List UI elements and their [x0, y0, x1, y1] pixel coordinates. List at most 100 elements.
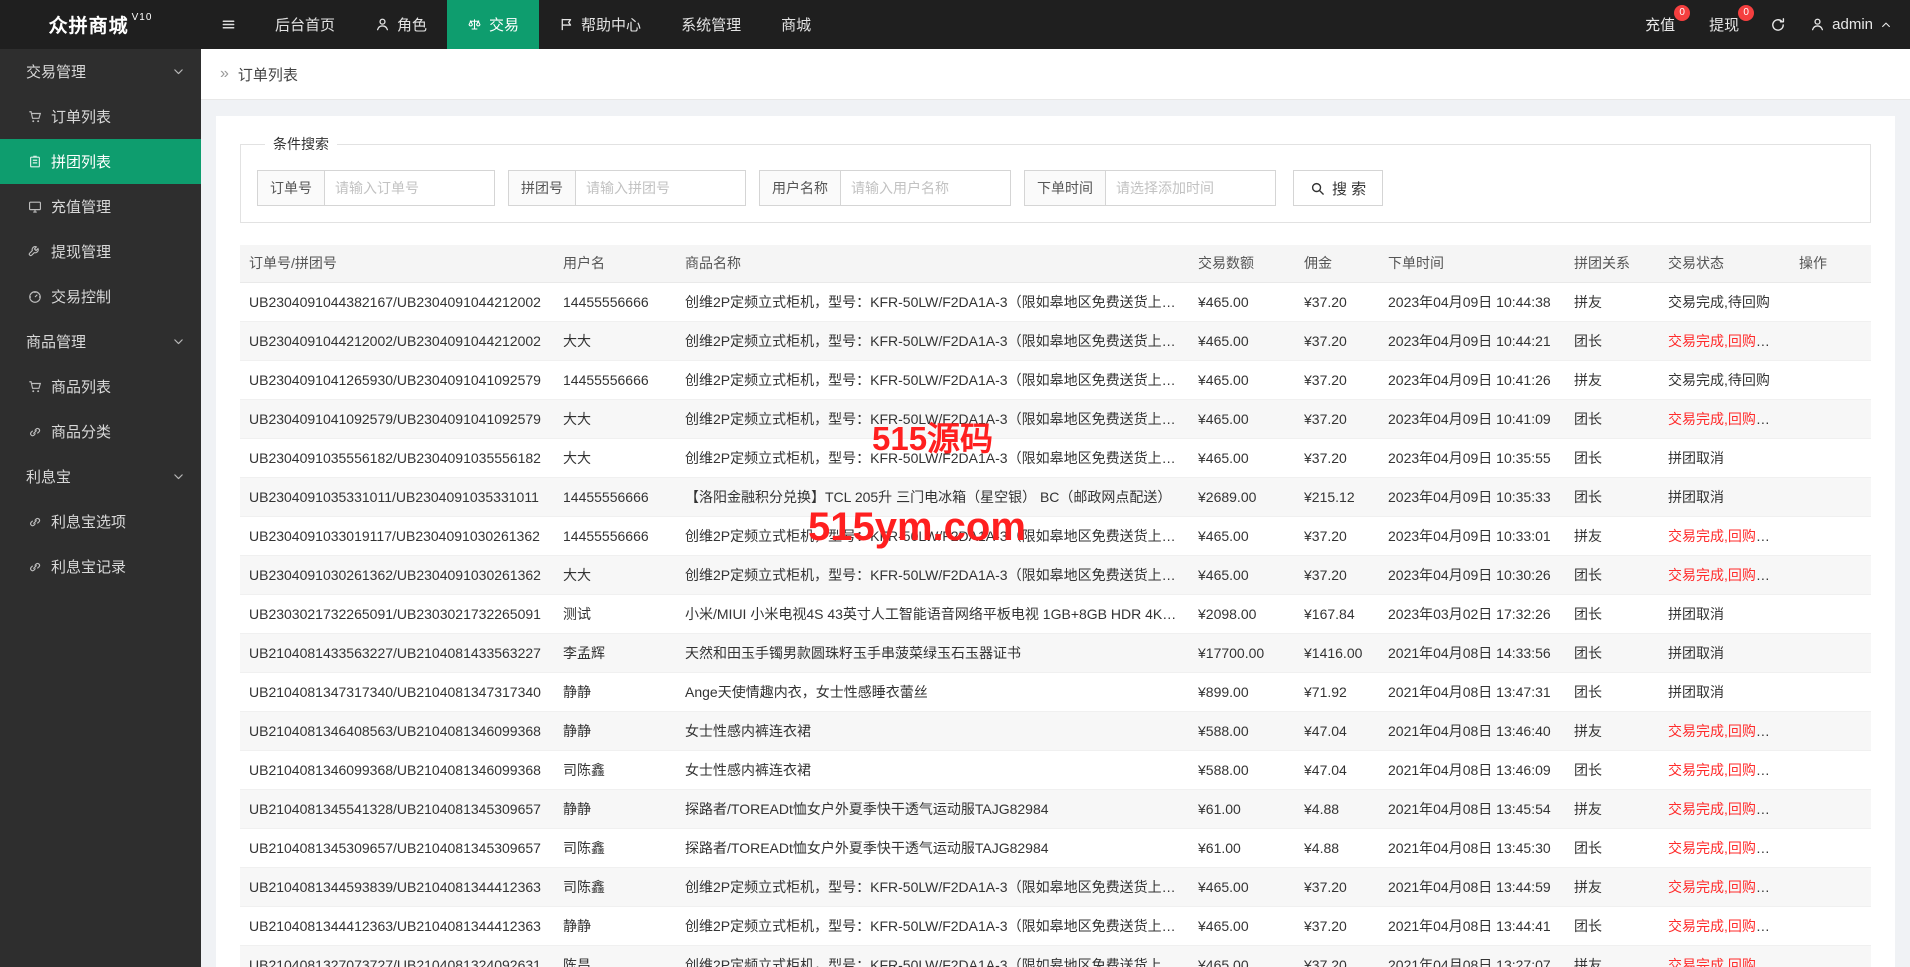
- sidebar-item-label: 交易控制: [51, 289, 112, 306]
- table-row: UB2304091035556182/UB2304091035556182 大大创…: [240, 438, 1871, 478]
- sidebar-item-label: 充值管理: [51, 199, 112, 216]
- cell-action: [1790, 945, 1871, 967]
- sidebar-item-lixibao-record[interactable]: 利息宝记录: [0, 544, 201, 589]
- sidebar-item-label: 提现管理: [51, 244, 112, 261]
- cell-action: [1790, 282, 1871, 322]
- field-input-order-no[interactable]: [325, 170, 495, 206]
- monitor-icon: [28, 200, 42, 214]
- cell-product-name: 创维2P定频立式柜机，型号：KFR-50LW/F2DA1A-3（限如皋地区免费送…: [676, 945, 1189, 967]
- cell-relation: 团长: [1565, 750, 1659, 790]
- sidebar-item-lixibao[interactable]: 利息宝: [0, 454, 201, 499]
- search-field-pintuan-no: 拼团号: [508, 170, 746, 206]
- cell-username: 14455556666: [554, 282, 676, 322]
- cell-status: 拼团取消: [1659, 477, 1790, 517]
- chevron-up-icon: [1880, 19, 1892, 31]
- content-card: 条件搜索 订单号拼团号用户名称下单时间 搜 索 订单号/拼团号用户名商品名称交易…: [216, 116, 1895, 967]
- cell-order-time: 2023年04月09日 10:44:38: [1379, 282, 1565, 322]
- column-header: 用户名: [554, 245, 676, 283]
- sidebar-item-withdraw-management[interactable]: 提现管理: [0, 229, 201, 274]
- cell-status: 拼团取消: [1659, 633, 1790, 673]
- search-field-order-time: 下单时间: [1024, 170, 1276, 206]
- cell-product-name: 天然和田玉手镯男款圆珠籽玉手串菠菜绿玉石玉器证书: [676, 633, 1189, 673]
- search-row: 订单号 拼团号 用户名称 下单时间 搜 索: [257, 170, 1854, 206]
- sidebar-item-goods-category[interactable]: 商品分类: [0, 409, 201, 454]
- link-icon: [28, 515, 42, 529]
- sidebar-item-pintuan-list[interactable]: 拼团列表: [0, 139, 201, 184]
- cell-product-name: 女士性感内裤连衣裙: [676, 750, 1189, 790]
- cell-order-time: 2023年04月09日 10:35:33: [1379, 477, 1565, 517]
- nav-item-label: 交易: [489, 17, 520, 34]
- table-row: UB2304091030261362/UB2304091030261362 大大创…: [240, 555, 1871, 595]
- recharge-button[interactable]: 充值 0: [1628, 0, 1692, 49]
- cell-status: 拼团取消: [1659, 672, 1790, 712]
- sidebar-item-goods-management[interactable]: 商品管理: [0, 319, 201, 364]
- cell-action: [1790, 906, 1871, 946]
- cell-status: 交易完成,回购成功: [1659, 399, 1790, 439]
- sidebar-item-recharge-management[interactable]: 充值管理: [0, 184, 201, 229]
- cell-relation: 团长: [1565, 321, 1659, 361]
- table-row: UB2304091035331011/UB2304091035331011 144…: [240, 477, 1871, 517]
- cell-username: 14455556666: [554, 360, 676, 400]
- breadcrumb: » 订单列表: [201, 49, 1910, 100]
- cell-amount: ¥465.00: [1189, 360, 1295, 400]
- sidebar-item-label: 商品分类: [51, 424, 112, 441]
- cell-product-name: 创维2P定频立式柜机，型号：KFR-50LW/F2DA1A-3（限如皋地区免费送…: [676, 516, 1189, 556]
- status-text: 交易完成,待回购: [1668, 371, 1770, 388]
- nav-item-role[interactable]: 角色: [355, 0, 447, 49]
- cell-commission: ¥4.88: [1295, 828, 1379, 868]
- nav-item-mall[interactable]: 商城: [761, 0, 831, 49]
- cell-relation: 团长: [1565, 477, 1659, 517]
- cell-product-name: Ange天使情趣内衣，女士性感睡衣蕾丝: [676, 672, 1189, 712]
- field-input-username[interactable]: [841, 170, 1011, 206]
- table-row: UB2104081345541328/UB2104081345309657 静静探…: [240, 789, 1871, 829]
- field-label: 拼团号: [508, 170, 576, 206]
- refresh-icon: [1770, 17, 1786, 33]
- cell-product-name: 创维2P定频立式柜机，型号：KFR-50LW/F2DA1A-3（限如皋地区免费送…: [676, 438, 1189, 478]
- cell-commission: ¥4.88: [1295, 789, 1379, 829]
- nav-item-help-center[interactable]: 帮助中心: [539, 0, 661, 49]
- sidebar-item-trade-control[interactable]: 交易控制: [0, 274, 201, 319]
- main-content: » 订单列表 条件搜索 订单号拼团号用户名称下单时间 搜 索 订单号/拼团号用户…: [201, 49, 1910, 967]
- withdraw-button[interactable]: 提现 0: [1692, 0, 1756, 49]
- cell-commission: ¥37.20: [1295, 282, 1379, 322]
- nav-item-home[interactable]: 后台首页: [255, 0, 355, 49]
- field-label: 订单号: [257, 170, 325, 206]
- cell-order-no: UB2304091041092579/UB2304091041092579: [240, 399, 554, 439]
- user-menu[interactable]: admin: [1800, 0, 1910, 49]
- cell-order-time: 2021年04月08日 13:44:41: [1379, 906, 1565, 946]
- sidebar-item-trade-management[interactable]: 交易管理: [0, 49, 201, 94]
- status-text: 拼团取消: [1668, 605, 1724, 622]
- chevron-down-icon: [172, 470, 185, 483]
- chevron-down-icon: [172, 335, 185, 348]
- field-input-pintuan-no[interactable]: [576, 170, 746, 206]
- orders-table: 订单号/拼团号 用户名 商品名称 交易数额 佣金 下单时间 拼团关系 交易状态 操作 UB230…: [240, 245, 1871, 967]
- cell-action: [1790, 516, 1871, 556]
- nav-item-system[interactable]: 系统管理: [661, 0, 761, 49]
- nav-item-trade[interactable]: 交易: [447, 0, 540, 49]
- cell-action: [1790, 321, 1871, 361]
- field-input-order-time[interactable]: [1106, 170, 1276, 206]
- cell-product-name: 小米/MIUI 小米电视4S 43英寸人工智能语音网络平板电视 1GB+8GB …: [676, 594, 1189, 634]
- cell-username: 司陈鑫: [554, 750, 676, 790]
- cell-status: 交易完成,回购成功: [1659, 906, 1790, 946]
- cell-status: 交易完成,回购成功: [1659, 750, 1790, 790]
- field-label: 用户名称: [759, 170, 841, 206]
- sidebar-item-order-list[interactable]: 订单列表: [0, 94, 201, 139]
- sidebar-item-goods-list[interactable]: 商品列表: [0, 364, 201, 409]
- refresh-button[interactable]: [1756, 0, 1800, 49]
- cell-username: 大大: [554, 399, 676, 439]
- status-text: 拼团取消: [1668, 683, 1724, 700]
- cell-product-name: 探路者/TOREADt恤女户外夏季快干透气运动服TAJG82984: [676, 789, 1189, 829]
- cell-relation: 拼友: [1565, 360, 1659, 400]
- gauge-icon: [28, 290, 42, 304]
- cell-order-time: 2023年04月09日 10:41:09: [1379, 399, 1565, 439]
- table-row: UB2304091033019117/UB2304091030261362 144…: [240, 516, 1871, 556]
- cell-action: [1790, 750, 1871, 790]
- status-text: 交易完成,回购成功: [1668, 722, 1784, 739]
- status-text: 拼团取消: [1668, 449, 1724, 466]
- cell-order-no: UB2104081327073727/UB2104081324092631: [240, 945, 554, 967]
- cell-username: 静静: [554, 672, 676, 712]
- sidebar-toggle-button[interactable]: [201, 0, 255, 49]
- sidebar-item-lixibao-option[interactable]: 利息宝选项: [0, 499, 201, 544]
- search-button[interactable]: 搜 索: [1293, 170, 1384, 206]
